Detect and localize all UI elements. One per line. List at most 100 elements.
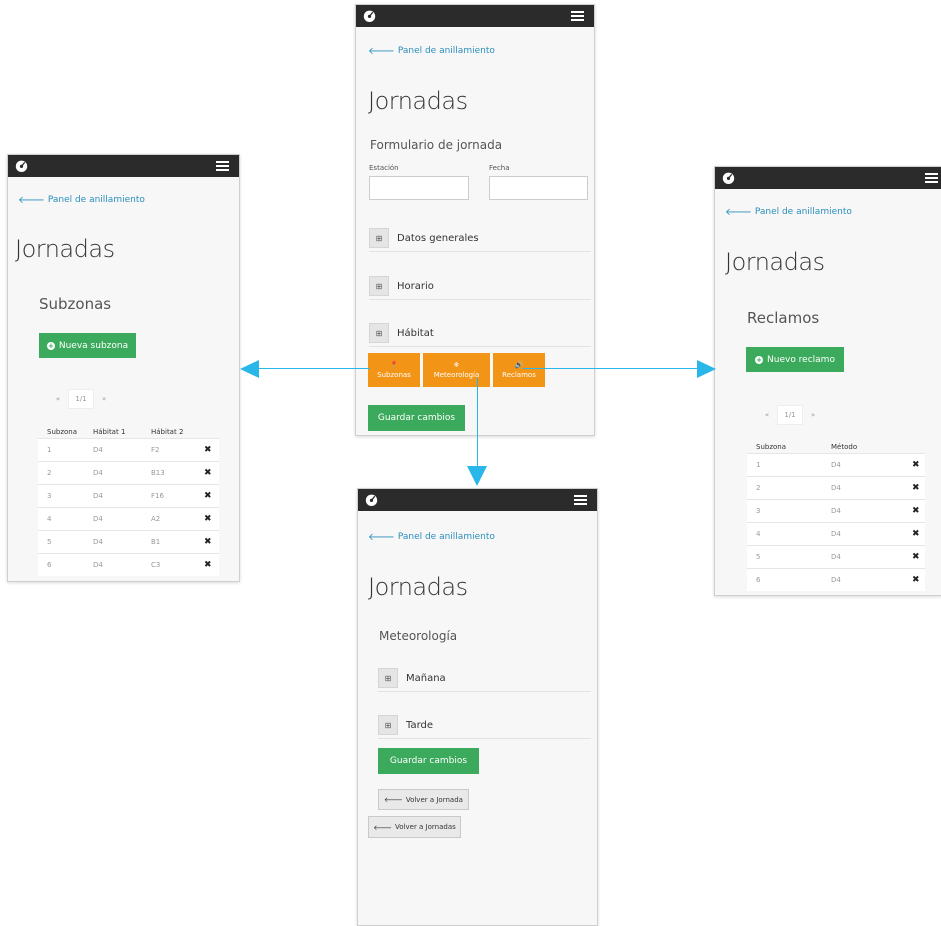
column-header bbox=[903, 441, 925, 454]
top-navbar bbox=[356, 5, 594, 27]
column-header bbox=[195, 426, 219, 439]
reclamos-button[interactable]: 🔊 Reclamos bbox=[493, 353, 545, 387]
delete-icon[interactable]: ✖ bbox=[903, 453, 925, 477]
table-row: 6 D4 ✖ bbox=[747, 568, 925, 591]
hamburger-menu-icon[interactable] bbox=[571, 11, 584, 21]
column-header: Hábitat 1 bbox=[93, 428, 126, 436]
back-to-panel-link[interactable]: 🡐 Panel de anillamiento bbox=[725, 206, 852, 218]
table-header-row: Subzona Método bbox=[747, 441, 925, 454]
cell: D4 bbox=[822, 568, 903, 591]
cell: D4 bbox=[822, 476, 903, 500]
delete-icon[interactable]: ✖ bbox=[195, 553, 219, 576]
page-title: Jornadas bbox=[368, 87, 468, 115]
delete-icon[interactable]: ✖ bbox=[903, 545, 925, 569]
expand-icon: ⊞ bbox=[369, 276, 389, 296]
save-changes-button[interactable]: Guardar cambios bbox=[368, 405, 465, 431]
cell: 2 bbox=[38, 461, 84, 485]
dashboard-logo-icon[interactable] bbox=[722, 171, 735, 184]
delete-icon[interactable]: ✖ bbox=[195, 438, 219, 462]
pager-current: 1/1 bbox=[68, 389, 94, 409]
estacion-label: Estación bbox=[369, 164, 399, 172]
table-row: 4 D4 A2 ✖ bbox=[38, 507, 219, 531]
cell: D4 bbox=[84, 438, 142, 462]
back-link-label: Panel de anillamiento bbox=[754, 207, 852, 217]
back-to-panel-link[interactable]: 🡐 Panel de anillamiento bbox=[368, 45, 495, 57]
hamburger-menu-icon[interactable] bbox=[216, 161, 229, 171]
section-label: Datos generales bbox=[397, 232, 479, 244]
section-label: Tarde bbox=[406, 719, 434, 731]
delete-icon[interactable]: ✖ bbox=[195, 530, 219, 554]
subzonas-button[interactable]: 📍 Subzonas bbox=[368, 353, 420, 387]
cell: 1 bbox=[38, 438, 84, 462]
dashboard-logo-icon[interactable] bbox=[363, 9, 376, 22]
delete-icon[interactable]: ✖ bbox=[903, 522, 925, 546]
subzonas-table: Subzona Hábitat 1 Hábitat 2 1 D4 F2 ✖ 2 D4 B1… bbox=[38, 426, 219, 576]
section-manana[interactable]: ⊞ Mañana bbox=[378, 665, 591, 692]
cell: F16 bbox=[142, 484, 195, 508]
cell: 1 bbox=[747, 453, 822, 477]
back-to-panel-link[interactable]: 🡐 Panel de anillamiento bbox=[368, 531, 495, 543]
meteorologia-button[interactable]: ❄ Meteorología bbox=[423, 353, 490, 387]
cell: D4 bbox=[84, 507, 142, 531]
dashboard-logo-icon[interactable] bbox=[365, 493, 378, 506]
hamburger-menu-icon[interactable] bbox=[925, 173, 938, 183]
arrow-left-icon: 🡐 bbox=[18, 195, 45, 206]
arrow-head-left-icon bbox=[240, 360, 259, 378]
back-to-jornadas-button[interactable]: 🡐 Volver a Jornadas bbox=[368, 816, 461, 838]
pager-prev[interactable]: « bbox=[48, 389, 68, 409]
back-to-jornadas-label: Volver a Jornadas bbox=[395, 823, 456, 831]
delete-icon[interactable]: ✖ bbox=[903, 568, 925, 591]
fecha-input[interactable] bbox=[489, 176, 588, 200]
back-to-jornada-button[interactable]: 🡐 Volver a Jornada bbox=[378, 789, 469, 810]
cell: D4 bbox=[84, 484, 142, 508]
table-row: 4 D4 ✖ bbox=[747, 522, 925, 546]
meteorologia-label: Meteorología bbox=[433, 370, 480, 379]
delete-icon[interactable]: ✖ bbox=[903, 499, 925, 523]
hamburger-menu-icon[interactable] bbox=[574, 495, 587, 505]
column-header: Subzona bbox=[47, 428, 78, 436]
dashboard-logo-icon[interactable] bbox=[15, 159, 28, 172]
pager-next[interactable]: » bbox=[803, 405, 823, 425]
new-reclamo-button[interactable]: + Nuevo reclamo bbox=[746, 347, 844, 372]
table-row: 3 D4 ✖ bbox=[747, 499, 925, 523]
estacion-input[interactable] bbox=[369, 176, 469, 200]
delete-icon[interactable]: ✖ bbox=[195, 484, 219, 508]
section-habitat[interactable]: ⊞ Hábitat bbox=[369, 320, 591, 347]
plus-circle-icon: + bbox=[755, 355, 764, 364]
arrow-left-icon: 🡐 bbox=[368, 46, 395, 57]
cell: 4 bbox=[747, 522, 822, 546]
back-link-label: Panel de anillamiento bbox=[397, 46, 495, 56]
table-header-row: Subzona Hábitat 1 Hábitat 2 bbox=[38, 426, 219, 439]
pager-prev[interactable]: « bbox=[757, 405, 777, 425]
column-header: Subzona bbox=[756, 443, 787, 451]
page-title: Jornadas bbox=[368, 573, 468, 601]
cell: 5 bbox=[747, 545, 822, 569]
section-tarde[interactable]: ⊞ Tarde bbox=[378, 712, 591, 739]
column-header: Hábitat 2 bbox=[151, 428, 184, 436]
section-horario[interactable]: ⊞ Horario bbox=[369, 273, 591, 300]
main-screen: 🡐 Panel de anillamiento Jornadas Formula… bbox=[355, 4, 595, 436]
new-subzona-button[interactable]: + Nueva subzona bbox=[39, 333, 136, 358]
expand-icon: ⊞ bbox=[378, 668, 398, 688]
pager-next[interactable]: » bbox=[94, 389, 114, 409]
table-row: 2 D4 ✖ bbox=[747, 476, 925, 500]
cell: 4 bbox=[38, 507, 84, 531]
save-changes-button[interactable]: Guardar cambios bbox=[378, 748, 479, 774]
table-row: 6 D4 C3 ✖ bbox=[38, 553, 219, 576]
table-row: 1 D4 F2 ✖ bbox=[38, 438, 219, 462]
delete-icon[interactable]: ✖ bbox=[195, 461, 219, 485]
delete-icon[interactable]: ✖ bbox=[195, 507, 219, 531]
table-row: 3 D4 F16 ✖ bbox=[38, 484, 219, 508]
back-to-jornada-label: Volver a Jornada bbox=[405, 795, 463, 804]
form-title: Formulario de jornada bbox=[370, 138, 503, 152]
reclamos-screen: 🡐 Panel de anillamiento Jornadas Reclamo… bbox=[714, 166, 941, 596]
page-title: Jornadas bbox=[725, 248, 825, 276]
map-pin-icon: 📍 bbox=[389, 360, 399, 369]
delete-icon[interactable]: ✖ bbox=[903, 476, 925, 500]
pagination: « 1/1 » bbox=[48, 389, 114, 409]
section-datos-generales[interactable]: ⊞ Datos generales bbox=[369, 225, 591, 252]
new-subzona-label: Nueva subzona bbox=[58, 340, 129, 351]
back-to-panel-link[interactable]: 🡐 Panel de anillamiento bbox=[18, 194, 145, 206]
cell: B13 bbox=[142, 461, 195, 485]
back-link-label: Panel de anillamiento bbox=[47, 195, 145, 205]
